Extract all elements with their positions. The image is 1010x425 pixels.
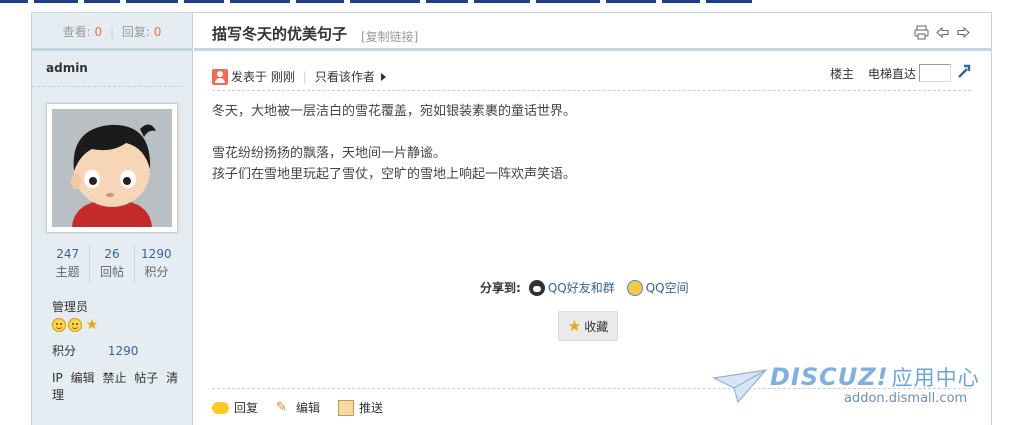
watermark: DISCUZ! 应用中心 addon.dismall.com bbox=[712, 362, 994, 410]
print-icon[interactable] bbox=[914, 25, 929, 40]
watermark-brand-cn: 应用中心 bbox=[891, 366, 980, 390]
avatar-illustration bbox=[52, 109, 172, 227]
star-icon: ★ bbox=[85, 317, 99, 333]
floor-label: 楼主 bbox=[829, 66, 854, 81]
usergroup[interactable]: 管理员 bbox=[52, 298, 88, 315]
pencil-icon: ✎ bbox=[276, 399, 287, 415]
share-qq-link[interactable]: QQ好友和群 bbox=[528, 279, 615, 296]
stats-divider: | bbox=[109, 25, 115, 39]
push-icon bbox=[338, 399, 355, 416]
next-thread-icon[interactable] bbox=[956, 25, 971, 40]
qq-penguin-icon bbox=[528, 279, 545, 296]
post-actions: 回复 ✎ 编辑 推送 bbox=[212, 399, 401, 416]
content-blank-line bbox=[212, 122, 576, 143]
stat-label: 主题 bbox=[55, 265, 80, 279]
star-icon: ★ bbox=[567, 317, 582, 335]
favorite-label[interactable]: 收藏 bbox=[584, 318, 608, 335]
top-nav-strip bbox=[0, 0, 1010, 4]
watermark-brand: DISCUZ! 应用中心 bbox=[770, 362, 980, 392]
author-name[interactable]: admin bbox=[32, 51, 182, 87]
reply-icon bbox=[212, 401, 229, 414]
prev-thread-icon[interactable] bbox=[935, 25, 950, 40]
post-time: 发表于 刚刚 bbox=[231, 70, 295, 84]
credits-value: 1290 bbox=[107, 344, 139, 358]
post-meta-right: 楼主 电梯直达 bbox=[830, 64, 971, 82]
stat-value[interactable]: 1290 bbox=[135, 245, 178, 263]
stat-value[interactable]: 247 bbox=[46, 245, 89, 263]
reply-label[interactable]: 回复 bbox=[234, 399, 258, 416]
author-sidebar: 查看: 0 | 回复: 0 admin 247 主题 26 回帖 1290 积分… bbox=[32, 13, 193, 425]
push-button[interactable]: 推送 bbox=[338, 399, 383, 416]
stat-label: 积分 bbox=[144, 265, 169, 279]
share-label: 分享到: bbox=[480, 281, 521, 295]
watermark-brand-text: DISCUZ! bbox=[770, 363, 889, 391]
reply-button[interactable]: 回复 bbox=[212, 399, 258, 416]
views-count: 0 bbox=[94, 25, 103, 39]
stat-posts[interactable]: 26 回帖 bbox=[90, 245, 135, 283]
credits-row: 积分 1290 bbox=[52, 342, 138, 359]
content-line: 雪花纷纷扬扬的飘落，天地间一片静谧。 bbox=[212, 146, 447, 161]
jump-go-icon[interactable] bbox=[957, 64, 971, 82]
views-label: 查看: bbox=[62, 25, 91, 39]
share-bar: 分享到: QQ好友和群 QQ空间 bbox=[480, 279, 701, 296]
post-meta-left: 发表于 刚刚 | 只看该作者 bbox=[212, 68, 386, 85]
stat-label: 回帖 bbox=[99, 265, 124, 279]
copy-link[interactable]: [复制链接] bbox=[361, 28, 418, 45]
rank-stars: ★ bbox=[52, 317, 100, 333]
share-qq-label[interactable]: QQ好友和群 bbox=[548, 279, 615, 296]
only-author-link[interactable]: 只看该作者 bbox=[315, 68, 375, 85]
watermark-url: addon.dismall.com bbox=[844, 391, 968, 406]
content-line: 孩子们在雪地里玩起了雪仗，空旷的雪地上响起一阵欢声笑语。 bbox=[212, 167, 577, 182]
meta-divider: | bbox=[302, 69, 307, 84]
floor-jump-input[interactable] bbox=[919, 64, 951, 82]
admin-link-ip[interactable]: IP bbox=[52, 371, 63, 385]
share-qzone-link[interactable]: QQ空间 bbox=[626, 279, 689, 296]
edit-label[interactable]: 编辑 bbox=[296, 399, 320, 416]
user-online-icon bbox=[212, 68, 228, 85]
post-meta: 发表于 刚刚 | 只看该作者 楼主 电梯直达 bbox=[212, 63, 971, 91]
replies-count: 0 bbox=[153, 25, 162, 39]
sun-icon bbox=[68, 318, 82, 332]
author-link[interactable]: admin bbox=[46, 61, 88, 75]
avatar-image[interactable] bbox=[52, 109, 172, 227]
post-content: 冬天，大地被一层洁白的雪花覆盖，宛如银装素裹的童话世界。 雪花纷纷扬扬的飘落，天… bbox=[212, 101, 576, 185]
share-qzone-label[interactable]: QQ空间 bbox=[646, 279, 689, 296]
stat-value[interactable]: 26 bbox=[90, 245, 133, 263]
admin-link-ban[interactable]: 禁止 bbox=[102, 371, 126, 385]
stat-threads[interactable]: 247 主题 bbox=[46, 245, 91, 283]
arrow-right-icon bbox=[380, 72, 386, 81]
edit-button[interactable]: ✎ 编辑 bbox=[276, 399, 320, 416]
paper-plane-icon bbox=[712, 369, 768, 404]
thread-stats: 查看: 0 | 回复: 0 bbox=[32, 13, 192, 51]
author-stats: 247 主题 26 回帖 1290 积分 bbox=[46, 245, 178, 283]
admin-link-edit[interactable]: 编辑 bbox=[71, 371, 95, 385]
stat-credits[interactable]: 1290 积分 bbox=[135, 245, 178, 283]
admin-link-posts[interactable]: 帖子 bbox=[134, 371, 158, 385]
favorite-button[interactable]: ★ 收藏 bbox=[558, 311, 618, 341]
avatar[interactable] bbox=[46, 103, 178, 233]
qzone-icon bbox=[626, 279, 643, 296]
replies-label: 回复: bbox=[121, 25, 150, 39]
content-line: 冬天，大地被一层洁白的雪花覆盖，宛如银装素裹的童话世界。 bbox=[212, 104, 577, 119]
push-label[interactable]: 推送 bbox=[359, 399, 383, 416]
page-title: 描写冬天的优美句子 bbox=[212, 25, 348, 43]
thread-title-bar: 描写冬天的优美句子 [复制链接] bbox=[194, 13, 991, 51]
jump-label: 电梯直达 bbox=[867, 66, 916, 81]
title-tools bbox=[914, 25, 971, 40]
sun-icon bbox=[52, 318, 66, 332]
admin-links: IP 编辑 禁止 帖子 清理 bbox=[52, 369, 192, 403]
credits-label: 积分 bbox=[52, 344, 77, 358]
